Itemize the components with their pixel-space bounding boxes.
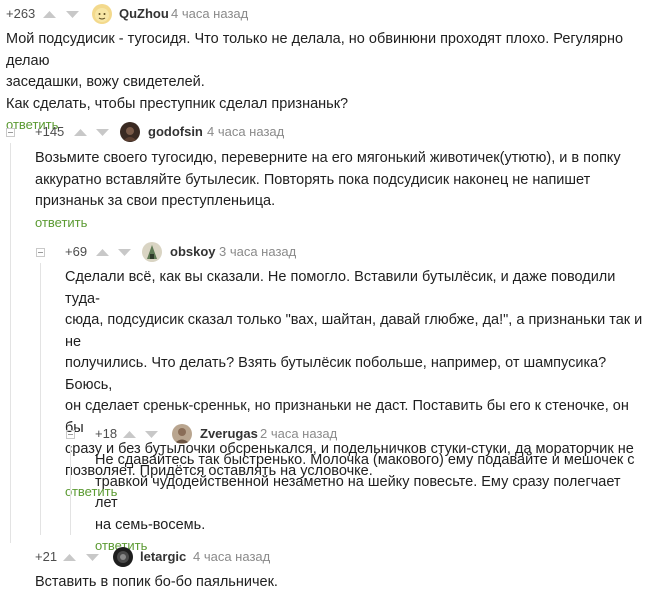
rating: +145 (35, 124, 65, 139)
text-line: получились. Что делать? Взять бутылёсик … (65, 355, 607, 393)
text-line: Возьмите своего тугосидю, переверните на… (35, 150, 621, 166)
timestamp: 2 часа назад (260, 426, 338, 441)
comment-header: +69 obskoy 3 часа назад (65, 241, 645, 263)
upvote-icon[interactable] (62, 553, 77, 562)
reply-link[interactable]: ответить (35, 213, 645, 233)
text-line: Не сдавайтесь так быстренько. Молочка (м… (95, 452, 635, 468)
comment-header: +18 Zverugas 2 часа назад (95, 423, 645, 445)
thread-line (10, 143, 11, 543)
downvote-icon[interactable] (117, 248, 132, 257)
avatar[interactable] (142, 242, 162, 262)
avatar[interactable] (172, 424, 192, 444)
comment-quzhou: +263 QuZhou 4 часа назад Мой подсудисик … (6, 3, 646, 135)
comment-text: Не сдавайтесь так быстренько. Молочка (м… (95, 450, 645, 536)
rating: +69 (65, 244, 88, 259)
avatar[interactable] (113, 547, 133, 567)
comment-text: Вставить в попик бо-бо паяльничек. (35, 572, 645, 594)
collapse-thread-button[interactable] (6, 128, 15, 137)
collapse-thread-button[interactable] (36, 248, 45, 257)
text-line: Мой подсудисик - тугосидя. Что только не… (6, 31, 624, 69)
avatar[interactable] (120, 122, 140, 142)
comment-zverugas: +18 Zverugas 2 часа назад Не сдавайтесь … (95, 423, 645, 556)
author-name[interactable]: QuZhou (119, 3, 169, 25)
text-line: Вставить в попик бо-бо паяльничек. (35, 574, 278, 590)
collapse-thread-button[interactable] (66, 430, 75, 439)
downvote-icon[interactable] (85, 553, 100, 562)
text-line: аккуратно вставляйте бутылесик. Повторят… (35, 171, 591, 188)
comment-godofsin: +145 godofsin 4 часа назад Возьмите свое… (35, 121, 645, 233)
comment-text: Мой подсудисик - тугосидя. Что только не… (6, 29, 646, 115)
timestamp: 4 часа назад (207, 124, 285, 139)
rating: +21 (35, 549, 58, 564)
text-line: сюда, подсудисик сказал только "вах, шай… (65, 312, 643, 350)
text-line: на семь-восемь. (95, 516, 206, 533)
comment-header: +263 QuZhou 4 часа назад (6, 3, 646, 25)
author-name[interactable]: obskoy (170, 241, 216, 263)
downvote-icon[interactable] (144, 430, 159, 439)
timestamp: 3 часа назад (219, 244, 297, 259)
text-line: травкой чудодейственной незаметно на шей… (95, 473, 621, 512)
thread-line (70, 445, 71, 535)
author-name[interactable]: Zverugas (200, 423, 258, 445)
text-line: Сделали всё, как вы сказали. Не помогло.… (65, 269, 616, 307)
rating: +263 (6, 6, 36, 21)
text-line: заседашки, вожу свидетелей. (6, 74, 205, 90)
comment-text: Возьмите своего тугосидю, переверните на… (35, 148, 645, 213)
timestamp: 4 часа назад (193, 549, 271, 564)
downvote-icon[interactable] (65, 10, 80, 19)
text-line: признаньк за свои преступленьица. (35, 193, 276, 209)
downvote-icon[interactable] (95, 128, 110, 137)
comment-header: +21 letargic 4 часа назад (35, 546, 645, 568)
thread-line (40, 263, 41, 535)
upvote-icon[interactable] (122, 430, 137, 439)
upvote-icon[interactable] (42, 10, 57, 19)
avatar[interactable] (92, 4, 112, 24)
comment-letargic: +21 letargic 4 часа назад Вставить в поп… (35, 546, 645, 594)
rating: +18 (95, 426, 118, 441)
comment-header: +145 godofsin 4 часа назад (35, 121, 645, 143)
upvote-icon[interactable] (73, 128, 88, 137)
upvote-icon[interactable] (95, 248, 110, 257)
author-name[interactable]: godofsin (148, 121, 203, 143)
timestamp: 4 часа назад (171, 6, 249, 21)
text-line: Как сделать, чтобы преступник сделал при… (6, 95, 349, 112)
author-name[interactable]: letargic (140, 546, 186, 568)
